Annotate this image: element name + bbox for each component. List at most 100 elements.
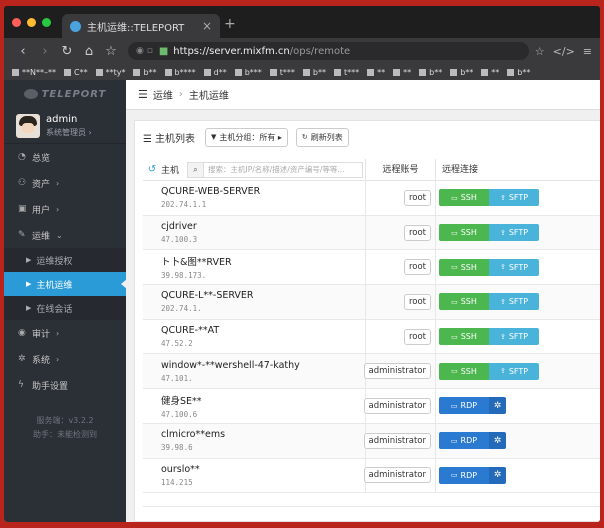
bookmark-item[interactable]: C** bbox=[63, 67, 88, 77]
upload-icon: ⇪ bbox=[499, 332, 506, 341]
reload-icon[interactable]: ↻ bbox=[56, 44, 78, 59]
star-icon[interactable]: ☆ bbox=[535, 45, 545, 58]
bookmark-item[interactable]: b** bbox=[419, 68, 442, 77]
bookmark-item[interactable]: ** bbox=[481, 68, 499, 77]
host-cell: QCURE-L**-SERVER 202.74.1. bbox=[143, 290, 365, 313]
sidebar-item[interactable]: ϟ 助手设置 bbox=[4, 372, 126, 398]
rdp-button[interactable]: ▭ RDP bbox=[439, 397, 489, 415]
bookmark-star-icon[interactable]: ☆ bbox=[100, 44, 122, 59]
bookmark-item[interactable]: **N**–** bbox=[12, 68, 56, 77]
home-icon[interactable]: ⌂ bbox=[78, 44, 100, 59]
ssh-button[interactable]: ▭ SSH bbox=[439, 293, 489, 311]
bookmark-item[interactable]: t*** bbox=[333, 68, 359, 77]
table-header: ↺ 主机 ⌕ 搜索：主机IP/名称/描述/资产编号/等等... 远程账号 远程连… bbox=[143, 158, 600, 181]
host-ip: 202.74.1.1 bbox=[161, 200, 207, 210]
ssh-button[interactable]: ▭ SSH bbox=[439, 189, 489, 207]
rdp-settings-button[interactable]: ✲ bbox=[489, 466, 506, 484]
sidebar-subitem[interactable]: ▶ 在线会话 bbox=[4, 296, 126, 320]
ssh-button[interactable]: ▭ SSH bbox=[439, 362, 489, 380]
refresh-list-button[interactable]: ↻ 刷新列表 bbox=[295, 127, 349, 147]
sidebar-item[interactable]: ◉ 审计 › bbox=[4, 320, 126, 346]
ssh-button[interactable]: ▭ SSH bbox=[439, 224, 489, 242]
upload-icon: ⇪ bbox=[499, 263, 506, 272]
bookmark-item[interactable]: b** bbox=[133, 68, 157, 77]
browser-window: 主机运维::TELEPORT × + ‹ › ↻ ⌂ ☆ ◉ ▫ ■ https… bbox=[4, 6, 600, 522]
bookmark-label: ** bbox=[491, 67, 500, 77]
tab-close-icon[interactable]: × bbox=[202, 19, 212, 33]
account-cell: root bbox=[365, 215, 435, 250]
host-cell: window*-**wershell-47-kathy 47.101. bbox=[143, 360, 365, 383]
sidebar-item[interactable]: ▣ 用户 › bbox=[4, 196, 126, 222]
table-row: window*-**wershell-47-kathy 47.101. admini… bbox=[143, 354, 600, 390]
desktop-icon: ▭ bbox=[450, 401, 458, 410]
sftp-button[interactable]: ⇪ SFTP bbox=[489, 362, 539, 380]
rdp-settings-button[interactable]: ✲ bbox=[489, 397, 506, 415]
back-icon[interactable]: ‹ bbox=[12, 44, 34, 59]
account-badge: root bbox=[403, 328, 431, 345]
bookmark-item[interactable]: b** bbox=[450, 68, 473, 77]
bookmark-label: b** bbox=[429, 67, 443, 77]
bookmark-item[interactable]: b**** bbox=[164, 68, 196, 77]
sidebar-item[interactable]: ⚇ 资产 › bbox=[4, 170, 126, 196]
user-role[interactable]: 系统管理员 › bbox=[46, 127, 92, 138]
group-filter-label: 主机分组：所有 ▸ bbox=[219, 132, 282, 142]
menu-icon[interactable]: ≡ bbox=[583, 45, 592, 58]
bookmark-item[interactable]: **ty* bbox=[95, 68, 125, 77]
bookmark-icon bbox=[133, 68, 141, 76]
host-name: clmicro**ems bbox=[161, 429, 226, 441]
caret-right-icon: ▶ bbox=[26, 280, 32, 288]
sftp-button[interactable]: ⇪ SFTP bbox=[489, 328, 539, 346]
ssh-button[interactable]: ▭ SSH bbox=[439, 258, 489, 276]
sidebar-subitem[interactable]: ▶ 运维授权 bbox=[4, 248, 126, 272]
sftp-button[interactable]: ⇪ SFTP bbox=[489, 293, 539, 311]
bookmark-item[interactable]: b** bbox=[302, 68, 326, 77]
forward-icon[interactable]: › bbox=[34, 44, 56, 59]
rdp-button[interactable]: ▭ RDP bbox=[439, 466, 489, 484]
connect-cell: ▭ SSH ⇪ SFTP bbox=[435, 215, 585, 250]
bookmark-item[interactable]: t*** bbox=[269, 68, 295, 77]
sidebar-item[interactable]: ◔ 总览 bbox=[4, 144, 126, 170]
host-cell: cjdriver 47.100.3 bbox=[143, 221, 365, 244]
minimize-window-button[interactable] bbox=[27, 18, 36, 27]
sidebar-subitem[interactable]: ▶ 主机运维 bbox=[4, 272, 127, 296]
host-ip: 114.215 bbox=[161, 477, 193, 487]
sftp-button[interactable]: ⇪ SFTP bbox=[489, 189, 539, 207]
sidebar-item[interactable]: ✲ 系统 › bbox=[4, 346, 126, 372]
upload-icon: ⇪ bbox=[499, 297, 506, 306]
url-field[interactable]: ◉ ▫ ■ https://server.mixfm.cn /ops/remot… bbox=[128, 42, 529, 60]
browser-tab[interactable]: 主机运维::TELEPORT × bbox=[62, 14, 220, 38]
bookmark-icon bbox=[203, 68, 211, 76]
user-panel[interactable]: admin 系统管理员 › bbox=[4, 108, 126, 144]
sftp-button[interactable]: ⇪ SFTP bbox=[489, 258, 539, 276]
bookmark-item[interactable]: ** bbox=[367, 68, 385, 77]
reload-table-icon[interactable]: ↺ bbox=[143, 164, 161, 175]
rdp-settings-button[interactable]: ✲ bbox=[489, 432, 506, 450]
bookmark-item[interactable]: ** bbox=[393, 68, 411, 77]
maximize-window-button[interactable] bbox=[42, 18, 51, 27]
devtools-icon[interactable]: </> bbox=[553, 45, 575, 58]
bookmark-item[interactable]: b** bbox=[507, 68, 530, 77]
bookmark-label: C** bbox=[73, 67, 88, 77]
new-tab-button[interactable]: + bbox=[224, 16, 236, 32]
terminal-icon: ▭ bbox=[451, 332, 458, 341]
sidebar-item[interactable]: ✎ 运维 ⌄ bbox=[4, 222, 126, 248]
bookmark-item[interactable]: d** bbox=[203, 68, 227, 77]
list-icon: ☰ bbox=[143, 133, 152, 145]
close-window-button[interactable] bbox=[12, 18, 21, 27]
sftp-button[interactable]: ⇪ SFTP bbox=[489, 224, 539, 242]
bookmark-item[interactable]: b*** bbox=[234, 68, 262, 77]
terminal-icon: ▭ bbox=[451, 297, 458, 306]
ssh-label: SSH bbox=[460, 193, 477, 203]
panel-title-text: 主机列表 bbox=[154, 133, 195, 145]
rdp-button[interactable]: ▭ RDP bbox=[439, 432, 489, 450]
ssh-button[interactable]: ▭ SSH bbox=[439, 328, 489, 346]
url-path: /ops/remote bbox=[289, 45, 351, 57]
sidebar-subitem-label: 在线会话 bbox=[36, 304, 73, 315]
search-input[interactable]: ⌕ 搜索：主机IP/名称/描述/资产编号/等等... bbox=[187, 161, 363, 178]
sidebar-item-label: 系统 bbox=[32, 355, 51, 366]
group-filter-button[interactable]: ▼ 主机分组：所有 ▸ bbox=[204, 127, 288, 147]
menu-toggle-icon[interactable]: ☰ bbox=[138, 88, 148, 101]
host-ip: 47.52.2 bbox=[161, 339, 193, 349]
breadcrumb-root[interactable]: 运维 bbox=[153, 87, 173, 102]
upload-icon: ⇪ bbox=[499, 228, 506, 237]
